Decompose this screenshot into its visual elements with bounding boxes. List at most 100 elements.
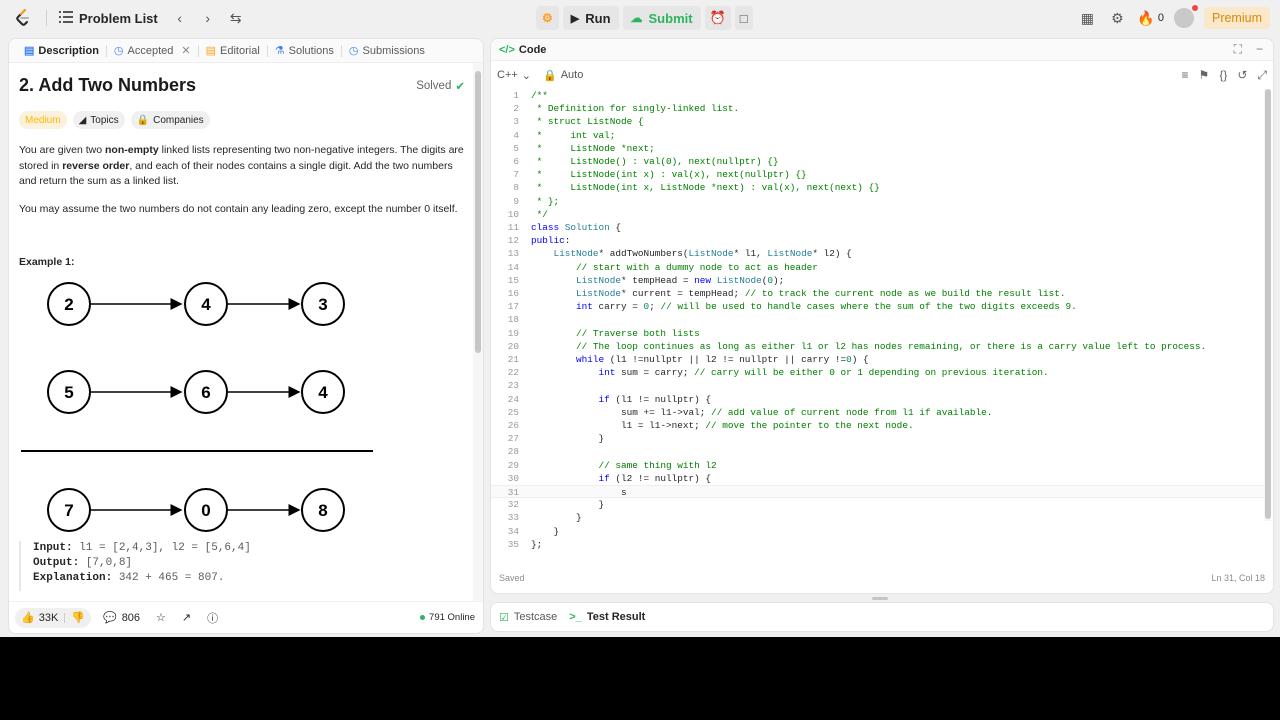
code-editor[interactable]: 1/** 2 * Definition for singly-linked lis… (491, 89, 1271, 575)
code-line[interactable]: 33 } (491, 511, 1271, 524)
code-text: * }; (531, 195, 560, 207)
code-line[interactable]: 26 l1 = l1->next; // move the pointer to… (491, 419, 1271, 432)
chevron-right-icon[interactable]: › (196, 6, 220, 30)
tab-test-result[interactable]: >_ Test Result (569, 611, 645, 623)
gear-icon[interactable]: ⚙ (1107, 8, 1127, 28)
editor-scrollbar[interactable] (1264, 89, 1271, 521)
bookmark-icon[interactable]: ⚑ (1199, 68, 1210, 83)
code-line[interactable]: 7 * ListNode(int x) : val(x), next(nullp… (491, 168, 1271, 181)
code-line[interactable]: 29 // same thing with l2 (491, 459, 1271, 472)
code-line[interactable]: 6 * ListNode() : val(0), next(nullptr) {… (491, 155, 1271, 168)
code-line[interactable]: 35}; (491, 538, 1271, 551)
code-text: // start with a dummy node to act as hea… (576, 261, 818, 273)
code-text: // The loop continues as long as either … (576, 340, 1207, 352)
line-number: 34 (507, 525, 519, 537)
reset-icon[interactable]: ↺ (1237, 68, 1247, 83)
code-line[interactable]: 22 int sum = carry; // carry will be eit… (491, 366, 1271, 379)
code-line[interactable]: 19 // Traverse both lists (491, 327, 1271, 340)
chevron-left-icon[interactable]: ‹ (168, 6, 192, 30)
code-line[interactable]: 4 * int val; (491, 129, 1271, 142)
tab-accepted[interactable]: ◷ Accepted ✕ (107, 39, 198, 63)
code-line[interactable]: 1 /** (491, 89, 1271, 102)
code-line[interactable]: 3 * struct ListNode { (491, 115, 1271, 128)
code-text: while (l1 !=nullptr || l2 != nullptr || … (576, 354, 869, 365)
line-number: 22 (507, 367, 519, 379)
tab-description[interactable]: ▤ Description (17, 39, 106, 63)
like-dislike-group: 👍 33K 👎 (15, 607, 91, 628)
code-line[interactable]: 12 public: (491, 234, 1271, 247)
favorite-button[interactable]: ☆ (152, 608, 170, 628)
code-line[interactable]: 28 (491, 445, 1271, 458)
tab-solutions[interactable]: ⚗ Solutions (268, 39, 341, 63)
code-line[interactable]: 21 while (l1 !=nullptr || l2 != nullptr … (491, 353, 1271, 366)
maximize-icon[interactable]: ⛶ (1234, 42, 1242, 57)
avatar[interactable] (1173, 5, 1198, 28)
premium-button[interactable]: Premium (1203, 7, 1270, 29)
minimize-icon[interactable]: − (1256, 42, 1263, 57)
run-button[interactable]: ▶ Run (562, 6, 619, 30)
tab-submissions[interactable]: ◷ Submissions (342, 39, 432, 63)
code-line[interactable]: 32 } (491, 498, 1271, 511)
shuffle-icon[interactable]: ⇆ (224, 6, 248, 30)
code-line[interactable]: 30 if (l2 != nullptr) { (491, 472, 1271, 485)
auto-mode-toggle[interactable]: 🔒 Auto (543, 69, 583, 82)
companies-chip[interactable]: 🔒 Companies (130, 111, 210, 129)
code-line[interactable]: 15 ListNode* tempHead = new ListNode(0); (491, 274, 1271, 287)
code-line[interactable]: 27 } (491, 432, 1271, 445)
thumbs-up-icon[interactable]: 👍 (21, 611, 35, 624)
timer-button[interactable]: ⏰ (704, 6, 731, 30)
code-line[interactable]: 31 s (491, 485, 1271, 498)
code-line[interactable]: 10 */ (491, 208, 1271, 221)
problem-list-button[interactable]: Problem List (59, 10, 158, 26)
like-count: 33K (38, 611, 59, 624)
code-line[interactable]: 18 (491, 313, 1271, 326)
layout-icon[interactable]: ▦ (1077, 8, 1097, 28)
code-text: }; (531, 538, 543, 550)
format-icon[interactable]: ≡ (1182, 68, 1189, 83)
list-row-1: 2 4 3 (47, 282, 345, 326)
tab-testcase[interactable]: ☑ Testcase (499, 611, 557, 624)
close-icon[interactable]: ✕ (181, 44, 190, 57)
code-line[interactable]: 11 class Solution { (491, 221, 1271, 234)
code-line[interactable]: 25 sum += l1->val; // add value of curre… (491, 406, 1271, 419)
thumbs-down-icon[interactable]: 👎 (71, 611, 85, 624)
code-line[interactable]: 20 // The loop continues as long as eith… (491, 340, 1271, 353)
play-icon: ▶ (570, 12, 580, 25)
code-icon: </> (499, 43, 515, 56)
code-line[interactable]: 16 ListNode* current = tempHead; // to t… (491, 287, 1271, 300)
help-button[interactable]: ⓘ (203, 608, 222, 628)
resize-handle[interactable] (872, 597, 888, 600)
code-text: s (531, 487, 627, 498)
code-line[interactable]: 14 // start with a dummy node to act as … (491, 261, 1271, 274)
topics-chip[interactable]: ◢ Topics (72, 111, 125, 129)
comments-button[interactable]: 💬 806 (99, 608, 144, 628)
line-number: 19 (507, 327, 519, 339)
code-line[interactable]: 13 ListNode* addTwoNumbers(ListNode* l1,… (491, 247, 1271, 260)
scrollbar-thumb[interactable] (475, 71, 481, 353)
code-line[interactable]: 23 (491, 379, 1271, 392)
code-text: * ListNode() : val(0), next(nullptr) {} (531, 156, 779, 167)
submit-button[interactable]: ☁ Submit (622, 6, 701, 30)
code-line[interactable]: 8 * ListNode(int x, ListNode *next) : va… (491, 181, 1271, 194)
tab-editorial[interactable]: ▤ Editorial (199, 39, 267, 63)
description-scrollbar[interactable] (473, 63, 483, 603)
code-line[interactable]: 34 } (491, 525, 1271, 538)
language-select[interactable]: C++ ⌄ (497, 69, 531, 82)
debug-icon: ⚙ (542, 11, 553, 25)
streak-count: 0 (1157, 12, 1164, 24)
code-line[interactable]: 9 * }; (491, 195, 1271, 208)
tab-code[interactable]: Code (519, 44, 547, 56)
code-line[interactable]: 5 * ListNode *next; (491, 142, 1271, 155)
share-button[interactable]: ↗ (178, 608, 195, 628)
code-line[interactable]: 24 if (l1 != nullptr) { (491, 393, 1271, 406)
streak-counter[interactable]: 🔥 0 (1137, 8, 1164, 28)
logo-icon[interactable] (12, 7, 34, 29)
scrollbar-thumb[interactable] (1265, 89, 1271, 519)
fullscreen-icon[interactable]: ⤢ (1257, 68, 1267, 83)
notes-button[interactable]: □ (734, 6, 753, 30)
code-line[interactable]: 2 * Definition for singly-linked list. (491, 102, 1271, 115)
braces-icon[interactable]: {} (1219, 68, 1227, 83)
debug-button[interactable]: ⚙ (536, 6, 559, 30)
history-icon: ◷ (348, 45, 359, 57)
code-line[interactable]: 17 int carry = 0; // will be used to han… (491, 300, 1271, 313)
